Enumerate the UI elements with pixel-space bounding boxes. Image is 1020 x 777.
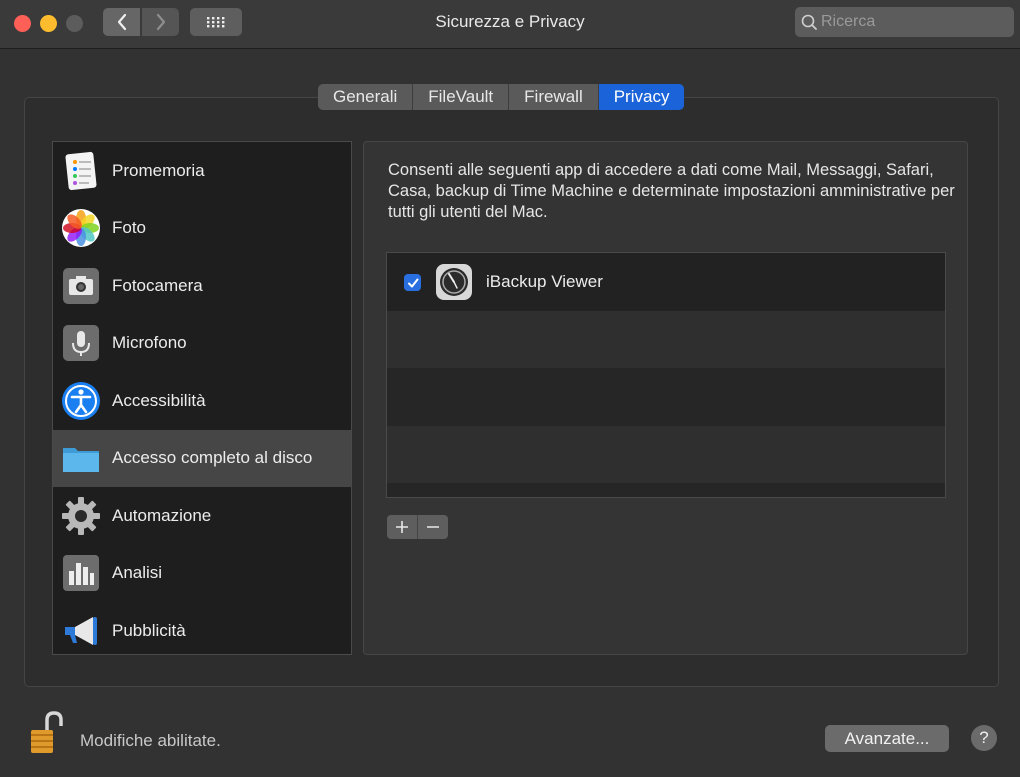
sidebar-item-label: Foto xyxy=(112,218,147,238)
lock-status-text: Modifiche abilitate. xyxy=(80,731,221,750)
sidebar-item-label: Analisi xyxy=(112,563,163,583)
tab-filevault[interactable]: FileVault xyxy=(413,84,510,110)
accessibility-icon xyxy=(62,381,100,420)
sidebar-item-label: Accessibilità xyxy=(112,390,206,410)
sidebar-item-label: Pubblicità xyxy=(112,620,186,640)
photos-icon xyxy=(62,209,100,248)
megaphone-icon xyxy=(65,616,97,645)
microphone-icon xyxy=(63,325,99,362)
plus-icon xyxy=(396,521,408,533)
app-name: iBackup Viewer xyxy=(486,272,603,291)
sidebar-item-label: Automazione xyxy=(112,505,212,525)
reminders-icon xyxy=(65,151,97,190)
sidebar-item-label: Accesso completo al disco xyxy=(112,448,313,468)
tab-generali[interactable]: Generali xyxy=(318,84,414,110)
sidebar-item-fotocamera[interactable]: Fotocamera xyxy=(53,257,351,315)
list-item xyxy=(387,368,945,426)
search-input[interactable] xyxy=(821,13,1001,31)
ibackup-viewer-icon xyxy=(436,264,472,300)
folder-icon xyxy=(63,448,99,473)
sidebar-item-pubblicita[interactable]: Pubblicità xyxy=(53,602,351,660)
sidebar-item-label: Microfono xyxy=(112,333,187,353)
analytics-icon xyxy=(63,555,99,592)
sidebar-item-label: Fotocamera xyxy=(112,275,203,295)
add-remove-control xyxy=(387,515,448,539)
checkmark-icon xyxy=(407,278,418,287)
help-button[interactable]: ? xyxy=(971,725,997,751)
list-item xyxy=(387,425,945,483)
sidebar-item-promemoria[interactable]: Promemoria xyxy=(53,142,351,200)
advanced-button[interactable]: Avanzate... xyxy=(825,725,949,752)
search-icon xyxy=(801,14,817,30)
detail-panel: Consenti alle seguenti app di accedere a… xyxy=(363,141,968,655)
app-list[interactable]: iBackup Viewer xyxy=(386,252,946,498)
tab-bar: Generali FileVault Firewall Privacy xyxy=(318,84,685,110)
sidebar-item-accessibilita[interactable]: Accessibilità xyxy=(53,372,351,430)
gear-icon xyxy=(62,496,100,535)
sidebar-item-accesso-completo-al-disco[interactable]: Accesso completo al disco xyxy=(53,429,351,487)
sidebar-item-label: Promemoria xyxy=(112,160,205,180)
sidebar-item-automazione[interactable]: Automazione xyxy=(53,487,351,545)
tab-firewall[interactable]: Firewall xyxy=(509,84,599,110)
sidebar-item-foto[interactable]: Foto xyxy=(53,200,351,258)
tab-privacy[interactable]: Privacy xyxy=(598,84,685,110)
list-item[interactable]: iBackup Viewer xyxy=(387,253,945,311)
remove-app-button[interactable] xyxy=(418,515,448,539)
sidebar-item-analisi[interactable]: Analisi xyxy=(53,545,351,603)
unlocked-padlock-icon[interactable] xyxy=(28,710,64,756)
list-item xyxy=(387,310,945,368)
privacy-category-list[interactable]: Promemoria Foto Fotocamera Microfono Acc… xyxy=(52,141,352,655)
app-enabled-checkbox[interactable] xyxy=(404,274,421,291)
title-bar: Sicurezza e Privacy xyxy=(0,0,1020,49)
search-field[interactable] xyxy=(795,7,1014,37)
minus-icon xyxy=(427,526,439,528)
add-app-button[interactable] xyxy=(387,515,418,539)
sidebar-item-microfono[interactable]: Microfono xyxy=(53,315,351,373)
panel-description: Consenti alle seguenti app di accedere a… xyxy=(388,161,955,221)
camera-icon xyxy=(63,267,99,304)
